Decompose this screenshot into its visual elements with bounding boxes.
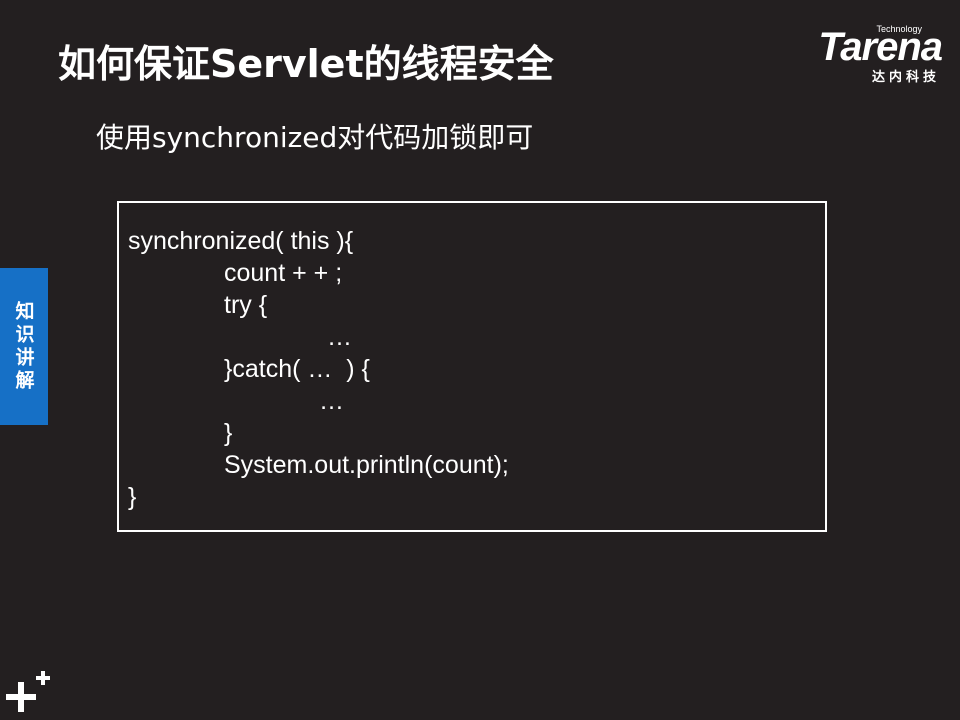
code-line: count + + ;	[224, 259, 343, 287]
code-line: }	[128, 483, 137, 511]
tarena-logo: Technology Tarena 达内科技	[777, 24, 943, 85]
side-tab-label: 知识讲解	[12, 300, 35, 393]
code-line: }	[224, 419, 233, 447]
slide-subtitle: 使用synchronized对代码加锁即可	[96, 121, 534, 154]
slide-title: 如何保证Servlet的线程安全	[58, 42, 554, 86]
code-line: synchronized( this ){	[128, 227, 354, 255]
code-line: System.out.println(count);	[224, 451, 509, 479]
brand-chinese-name: 达内科技	[871, 70, 940, 85]
code-line: try {	[224, 291, 268, 319]
plus-logo-icon	[6, 671, 50, 712]
code-block: synchronized( this ){ count + + ; try { …	[117, 201, 827, 532]
code-line: }catch( … ) {	[224, 355, 370, 383]
section-side-tab: 知识讲解	[0, 268, 48, 425]
brand-wordmark: Tarena	[818, 25, 943, 69]
code-line: …	[327, 323, 352, 351]
code-line: …	[319, 387, 344, 415]
